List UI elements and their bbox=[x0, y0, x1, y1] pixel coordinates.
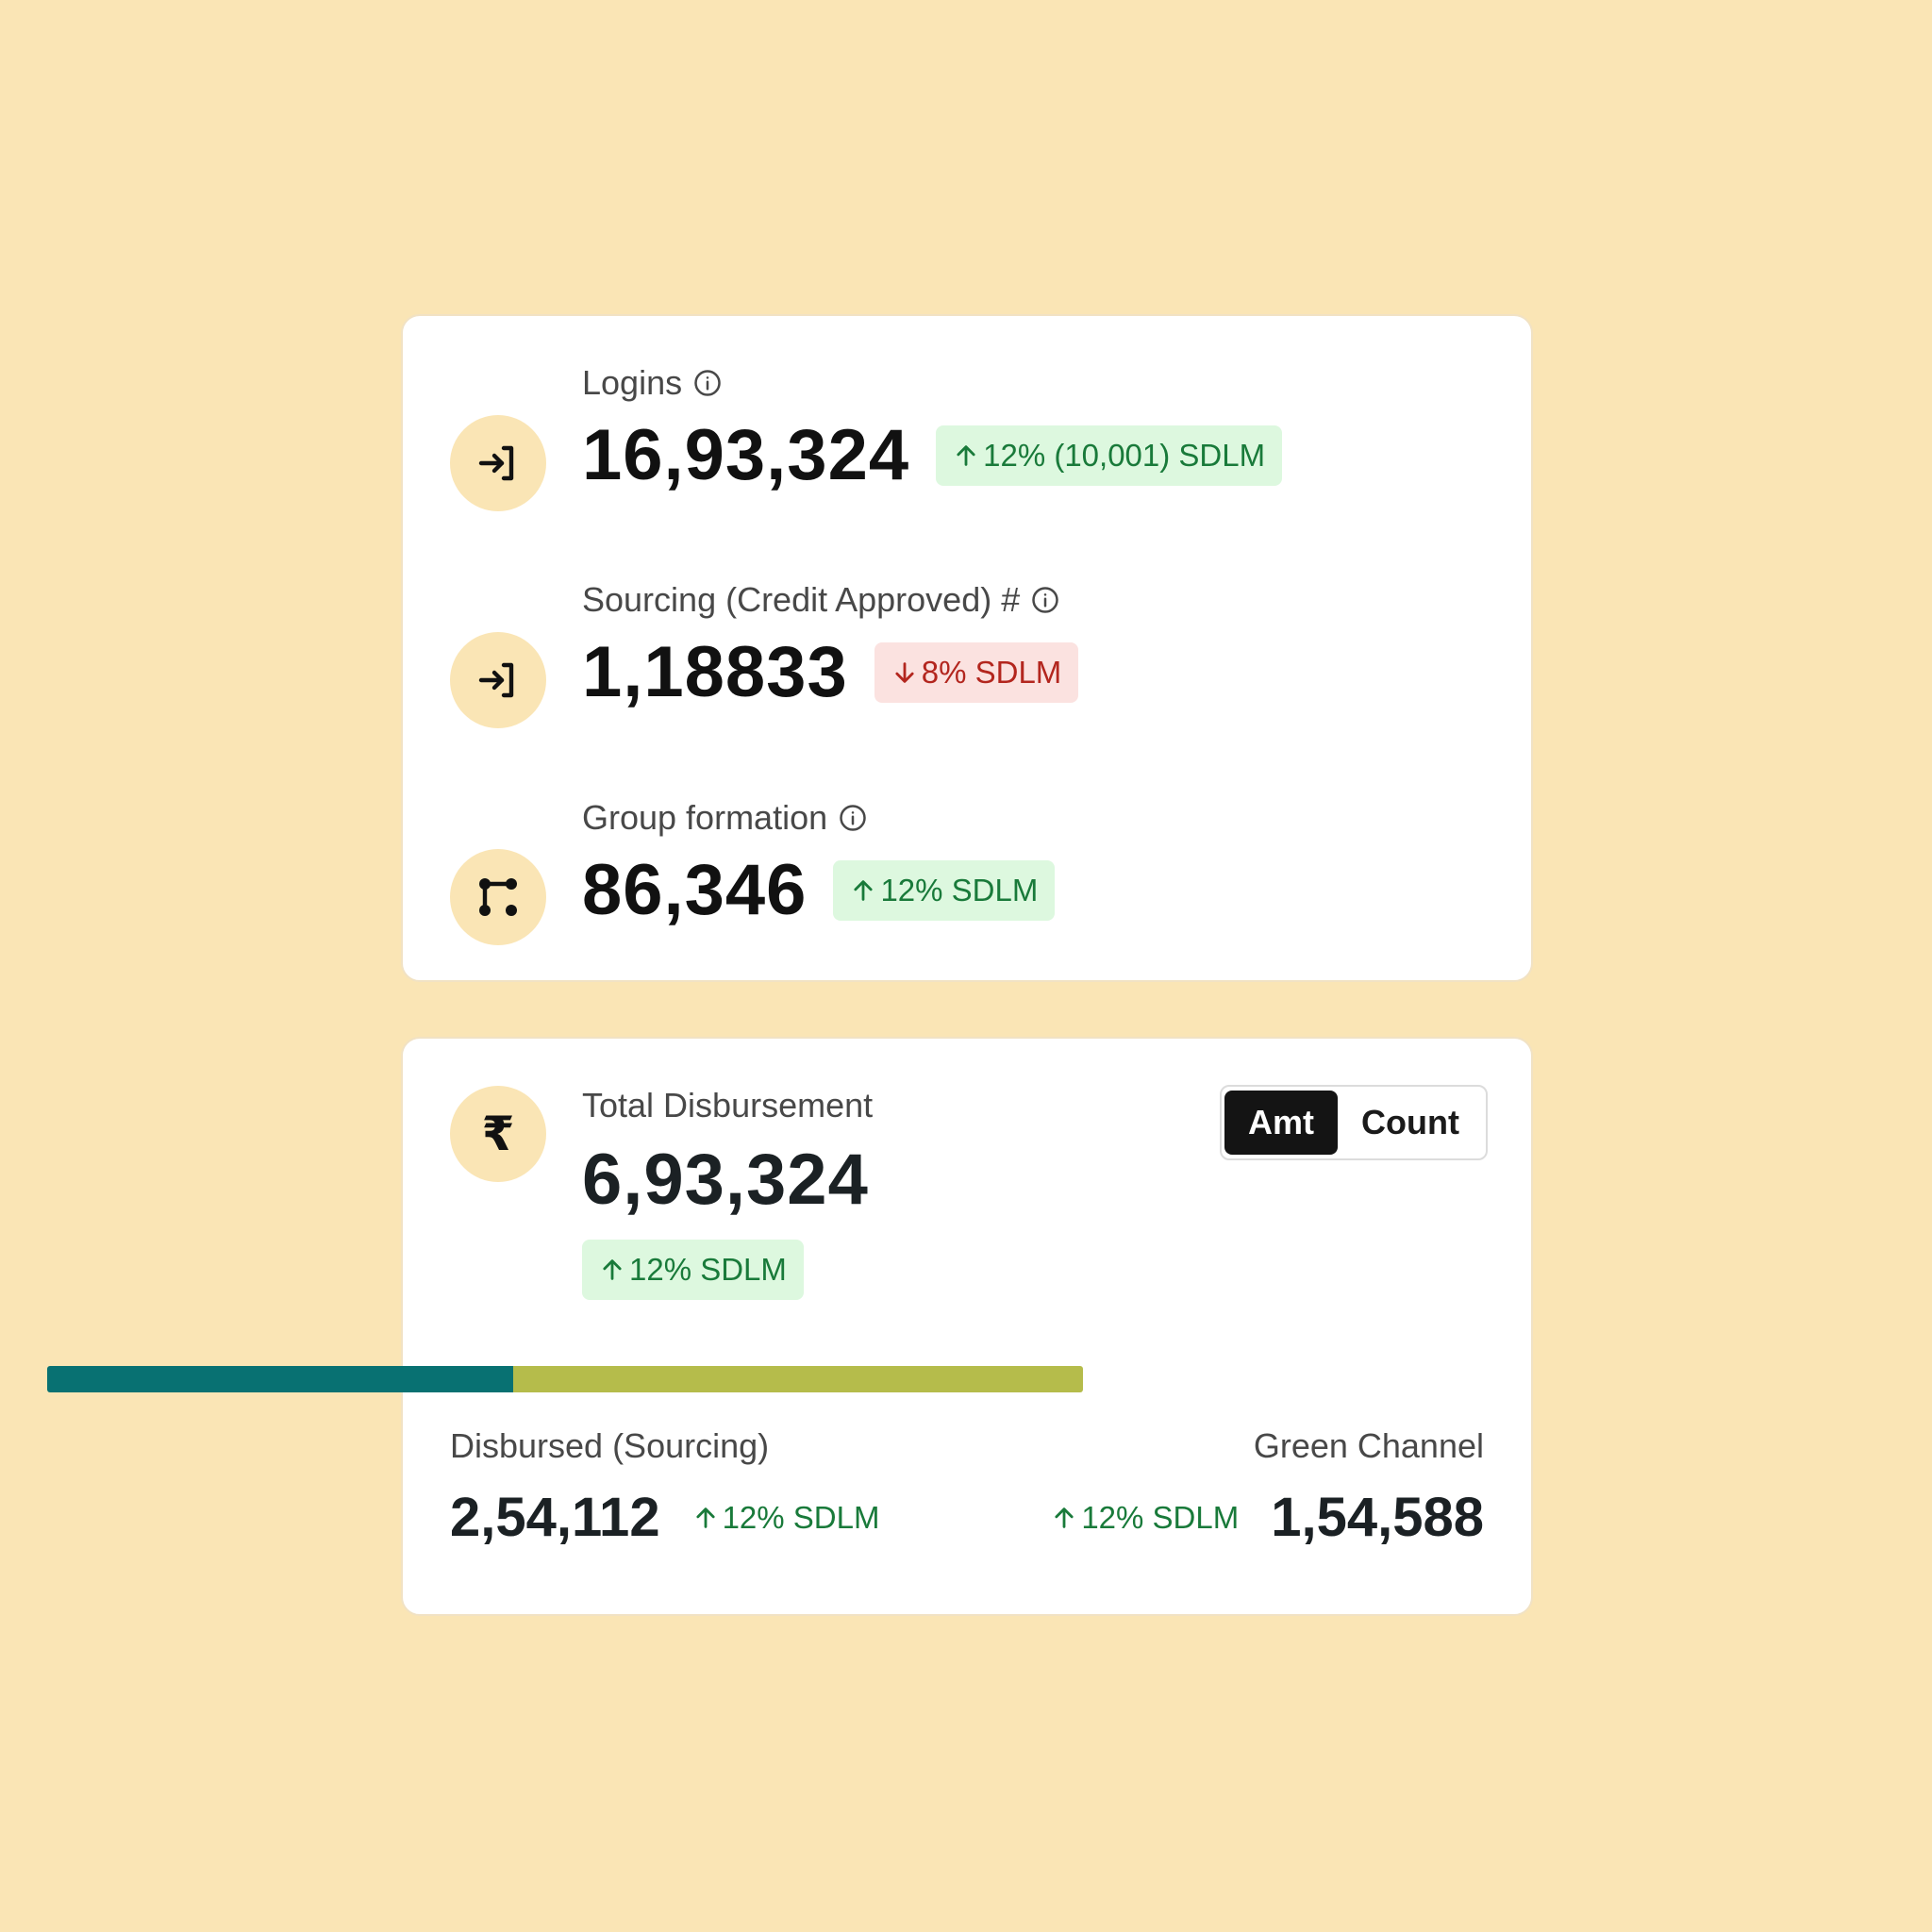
arrow-down-icon bbox=[891, 659, 918, 686]
info-icon[interactable] bbox=[1031, 586, 1059, 614]
green-channel-row: 12% SDLM 1,54,588 bbox=[1051, 1491, 1484, 1545]
disbursement-label: Total Disbursement bbox=[582, 1086, 874, 1124]
metric-label-wrap: Logins bbox=[582, 363, 722, 403]
toggle-count[interactable]: Count bbox=[1338, 1091, 1483, 1155]
split-segment-sourcing bbox=[47, 1366, 514, 1392]
sourcing-label: Disbursed (Sourcing) bbox=[450, 1426, 770, 1465]
sourcing-change: 12% SDLM bbox=[692, 1500, 880, 1536]
arrow-up-icon bbox=[850, 877, 876, 904]
disbursement-change-row: 12% SDLM bbox=[582, 1240, 804, 1300]
disbursement-value: 6,93,324 bbox=[582, 1140, 869, 1220]
disbursement-value-row: 6,93,324 bbox=[582, 1144, 869, 1216]
metric-value: 1,18833 bbox=[582, 632, 848, 712]
arrow-up-icon bbox=[599, 1257, 625, 1283]
change-badge: 8% SDLM bbox=[874, 642, 1079, 703]
metrics-card: Logins 16,93,324 12% (10,001) SDLM Sourc… bbox=[401, 314, 1533, 982]
green-channel-label: Green Channel bbox=[1253, 1426, 1484, 1465]
metric-label-wrap: Sourcing (Credit Approved) # bbox=[582, 580, 1059, 620]
metric-label-wrap: Group formation bbox=[582, 798, 867, 838]
metric-value: 86,346 bbox=[582, 850, 808, 930]
change-text: 12% SDLM bbox=[629, 1252, 787, 1287]
disbursement-split-bar bbox=[47, 1366, 1083, 1392]
change-badge: 12% (10,001) SDLM bbox=[936, 425, 1283, 486]
metric-value-row: 1,18833 8% SDLM bbox=[582, 632, 1079, 712]
metric-label: Group formation bbox=[582, 798, 828, 837]
metric-value-row: 86,346 12% SDLM bbox=[582, 850, 1056, 930]
metric-sourcing: Sourcing (Credit Approved) # 1,18833 8% … bbox=[403, 580, 1531, 769]
disbursement-label-wrap: Total Disbursement bbox=[582, 1086, 873, 1125]
group-network-icon bbox=[450, 849, 546, 945]
change-text: 12% SDLM bbox=[1081, 1500, 1240, 1535]
split-segment-green-channel bbox=[513, 1366, 1083, 1392]
change-text: 12% SDLM bbox=[880, 873, 1039, 908]
metric-label: Sourcing (Credit Approved) # bbox=[582, 580, 1021, 619]
login-arrow-icon bbox=[450, 632, 546, 728]
sourcing-value: 2,54,112 bbox=[450, 1487, 660, 1548]
change-badge: 12% SDLM bbox=[833, 860, 1056, 921]
metric-label: Logins bbox=[582, 363, 683, 402]
arrow-up-icon bbox=[953, 442, 979, 469]
arrow-up-icon bbox=[692, 1505, 719, 1531]
change-text: 8% SDLM bbox=[921, 655, 1062, 690]
change-badge: 12% SDLM bbox=[582, 1240, 804, 1300]
metric-group-formation: Group formation 86,346 12% SDLM bbox=[403, 798, 1531, 987]
login-arrow-icon bbox=[450, 415, 546, 511]
change-text: 12% SDLM bbox=[722, 1500, 880, 1535]
change-text: 12% (10,001) SDLM bbox=[983, 438, 1266, 473]
rupee-icon: ₹ bbox=[450, 1086, 546, 1182]
sourcing-row: 2,54,112 12% SDLM bbox=[450, 1491, 879, 1545]
info-icon[interactable] bbox=[839, 804, 867, 832]
metric-value-row: 16,93,324 12% (10,001) SDLM bbox=[582, 415, 1283, 495]
amt-count-toggle[interactable]: Amt Count bbox=[1220, 1085, 1488, 1160]
toggle-amt[interactable]: Amt bbox=[1224, 1091, 1338, 1155]
metric-logins: Logins 16,93,324 12% (10,001) SDLM bbox=[403, 363, 1531, 552]
arrow-up-icon bbox=[1051, 1505, 1077, 1531]
metric-value: 16,93,324 bbox=[582, 415, 910, 495]
green-channel-change: 12% SDLM bbox=[1051, 1500, 1239, 1536]
green-channel-value: 1,54,588 bbox=[1271, 1487, 1484, 1548]
info-icon[interactable] bbox=[693, 369, 722, 397]
